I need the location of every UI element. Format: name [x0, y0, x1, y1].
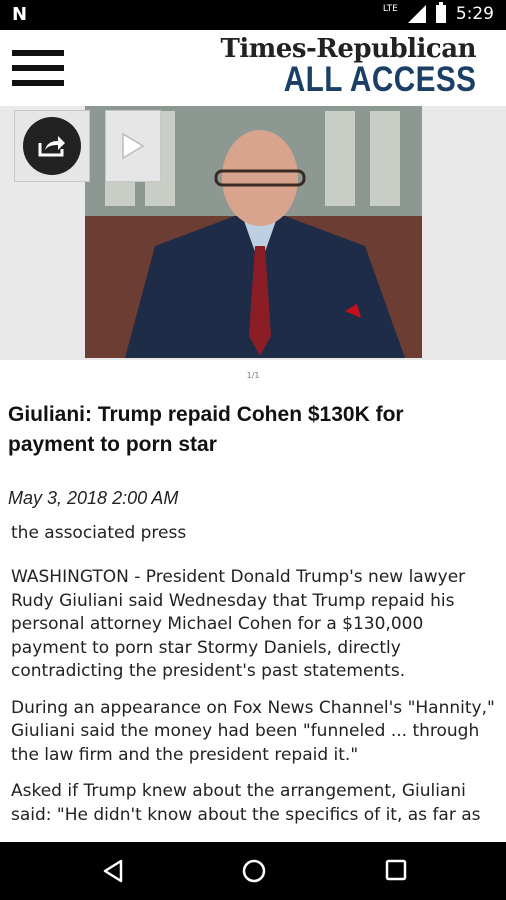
article-date: May 3, 2018 2:00 AM [8, 488, 179, 508]
recents-icon[interactable] [384, 858, 408, 886]
notification-n-icon: N [12, 4, 28, 25]
share-icon [23, 117, 81, 175]
article-media [0, 106, 506, 360]
share-button[interactable] [14, 110, 90, 182]
hamburger-menu-icon[interactable] [12, 50, 64, 88]
status-time: 5:29 [455, 4, 494, 24]
play-button[interactable] [105, 110, 161, 182]
status-icons: LTE 5:29 [382, 2, 494, 24]
app-header: Times-Republican ALL ACCESS [0, 30, 506, 106]
image-page-indicator: 1/1 [246, 371, 260, 380]
battery-icon [435, 2, 446, 23]
lte-icon: LTE [382, 4, 398, 14]
article-paragraph: Asked if Trump knew about the arrangemen… [11, 781, 481, 825]
brand-logo: Times-Republican ALL ACCESS [221, 34, 477, 100]
signal-icon [407, 5, 426, 23]
play-icon [122, 132, 145, 160]
article-body: WASHINGTON - President Donald Trump's ne… [11, 566, 497, 840]
article-byline: the associated press [11, 523, 187, 543]
system-nav-bar [0, 842, 506, 900]
article-paragraph: WASHINGTON - President Donald Trump's ne… [11, 567, 466, 681]
article-headline: Giuliani: Trump repaid Cohen $130K for p… [8, 403, 404, 456]
brand-subtitle: ALL ACCESS [283, 60, 476, 99]
status-bar: N LTE 5:29 [0, 0, 506, 30]
back-icon[interactable] [101, 858, 125, 888]
article-paragraph: During an appearance on Fox News Channel… [11, 697, 495, 765]
home-icon[interactable] [241, 858, 267, 888]
